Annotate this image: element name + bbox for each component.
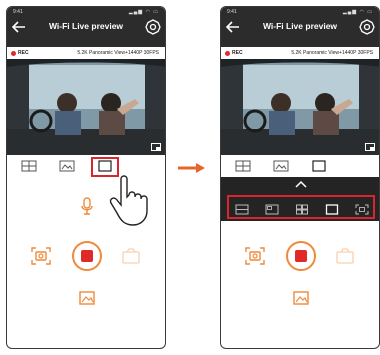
record-stop-icon	[81, 250, 93, 262]
snapshot-icon[interactable]	[245, 247, 265, 265]
pip-toggle-icon[interactable]	[151, 143, 161, 151]
live-preview-video[interactable]	[221, 59, 379, 155]
resolution-mode-text: 5.2K Panoramic View+1440P 30FPS	[291, 50, 373, 56]
app-bar: 9:41 ▂▄▆ ◠ ▭ Wi-Fi Live preview	[221, 7, 379, 47]
rec-indicator-dot	[11, 50, 16, 56]
snapshot-icon[interactable]	[31, 247, 51, 265]
page-title: Wi-Fi Live preview	[48, 21, 124, 31]
app-bar: 9:41 ▂▄▆ ◠ ▭ Wi-Fi Live preview	[7, 7, 165, 47]
panoramic-view-icon[interactable]	[59, 160, 75, 172]
gallery-icon[interactable]	[293, 291, 309, 305]
microphone-icon[interactable]	[80, 197, 94, 215]
split-view-icon[interactable]	[21, 160, 37, 172]
gallery-icon[interactable]	[79, 291, 95, 305]
panoramic-view-icon[interactable]	[273, 160, 289, 172]
settings-gear-icon[interactable]	[145, 19, 161, 35]
record-button[interactable]	[72, 241, 102, 271]
phone-screen-before: 9:41 ▂▄▆ ◠ ▭ Wi-Fi Live preview REC 5.2K…	[6, 6, 166, 349]
resolution-mode-text: 5.2K Panoramic View+1440P 30FPS	[77, 50, 159, 56]
camera-switch-icon[interactable]	[335, 247, 355, 265]
recording-info-bar: REC 5.2K Panoramic View+1440P 30FPS	[221, 47, 379, 59]
view-mode-row	[221, 157, 379, 177]
record-button[interactable]	[286, 241, 316, 271]
single-view-icon[interactable]	[311, 160, 327, 172]
tap-hand-icon	[109, 175, 148, 226]
rec-label: REC	[18, 50, 29, 56]
phone-screen-after: 9:41 ▂▄▆ ◠ ▭ Wi-Fi Live preview REC 5.2K…	[220, 6, 380, 349]
rec-label: REC	[232, 50, 243, 56]
status-icons: ▂▄▆ ◠ ▭	[342, 9, 373, 15]
status-time: 9:41	[227, 9, 237, 15]
split-view-icon[interactable]	[235, 160, 251, 172]
page-title: Wi-Fi Live preview	[262, 21, 338, 31]
record-stop-icon	[295, 250, 307, 262]
transition-arrow-icon	[178, 163, 205, 173]
camera-switch-icon[interactable]	[121, 247, 141, 265]
chevron-up-icon[interactable]	[295, 180, 307, 188]
live-preview-video[interactable]	[7, 59, 165, 155]
pip-toggle-icon[interactable]	[365, 143, 375, 151]
recording-info-bar: REC 5.2K Panoramic View+1440P 30FPS	[7, 47, 165, 59]
layout-options-highlight	[227, 195, 375, 219]
settings-gear-icon[interactable]	[359, 19, 375, 35]
status-time: 9:41	[13, 9, 23, 15]
car-interior-image	[221, 59, 379, 155]
car-interior-image	[7, 59, 165, 155]
rec-indicator-dot	[225, 50, 230, 56]
status-icons: ▂▄▆ ◠ ▭	[128, 9, 159, 15]
